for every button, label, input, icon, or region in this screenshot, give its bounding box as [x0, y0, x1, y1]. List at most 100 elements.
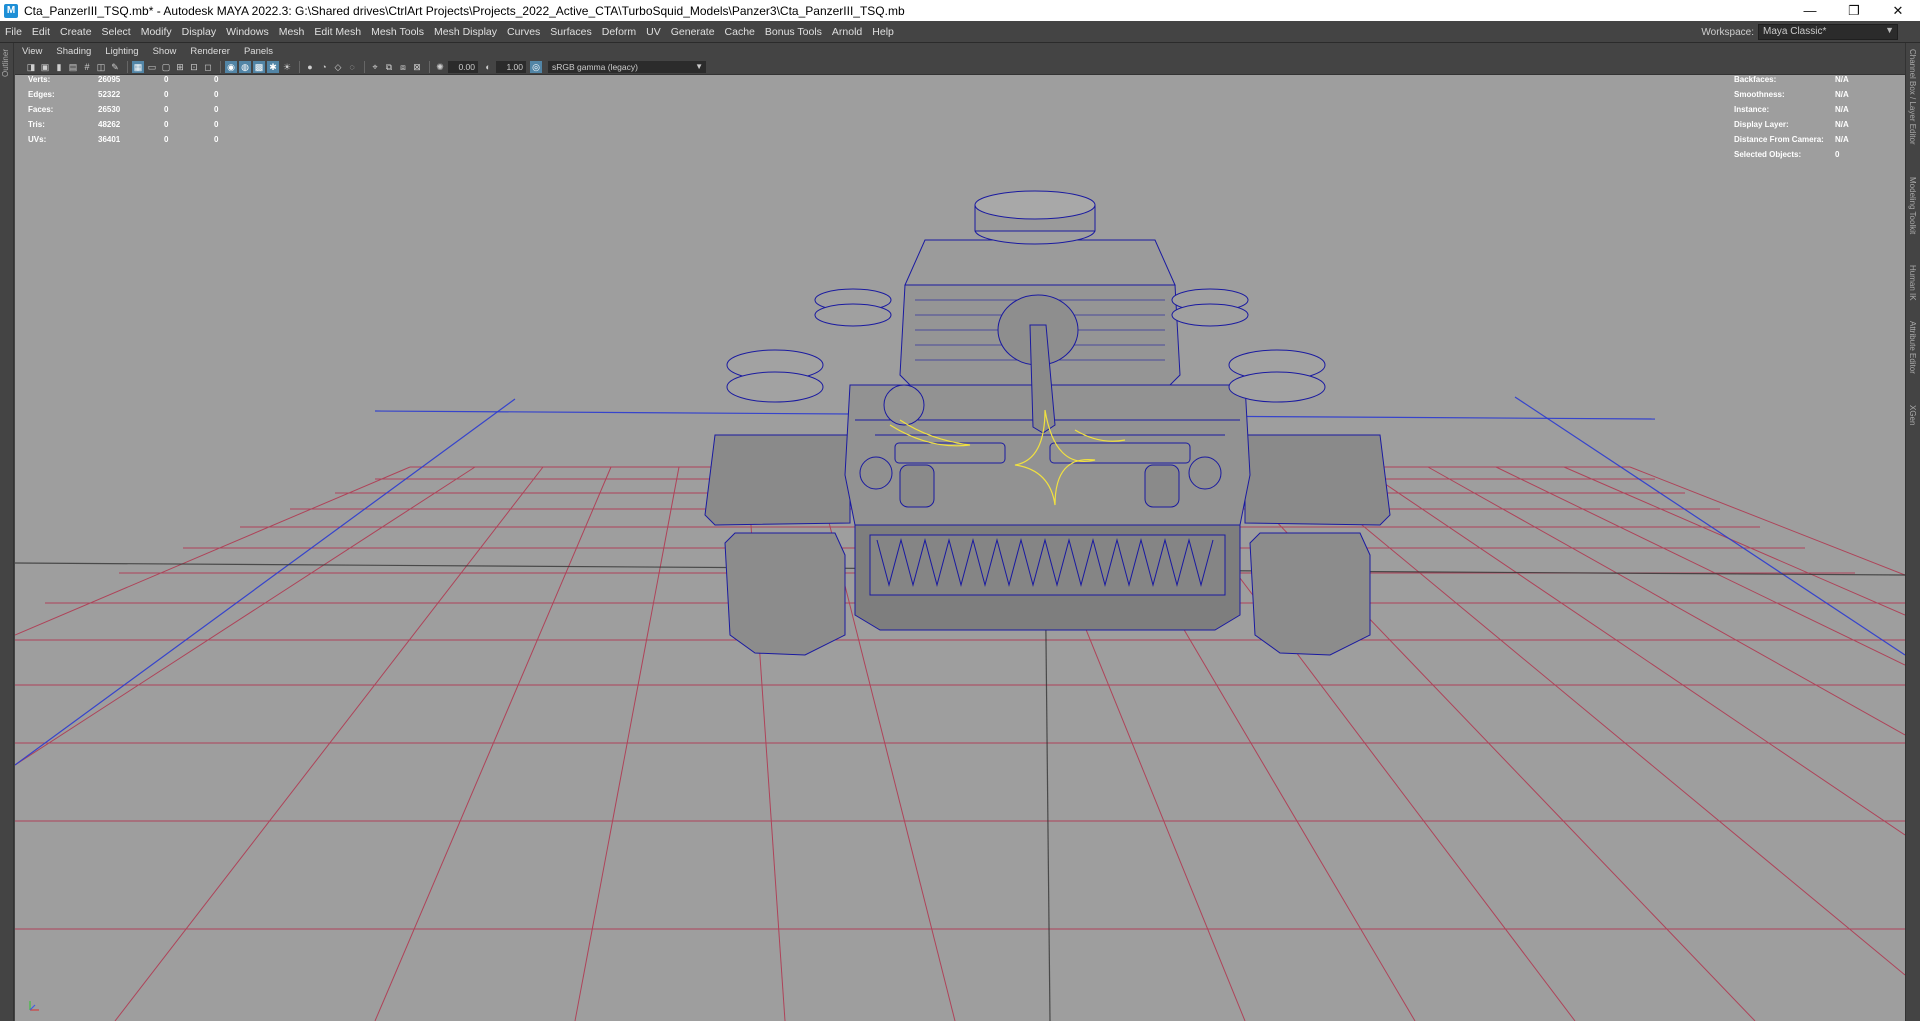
- hud-label: Backfaces:: [1734, 75, 1777, 84]
- hud-row-selected-objects: Selected Objects: 0: [1734, 150, 1849, 165]
- menu-arnold[interactable]: Arnold: [827, 26, 867, 38]
- view-axis-icon: [29, 1001, 39, 1011]
- workspace-selector: Workspace: Maya Classic* ▼: [1701, 24, 1898, 40]
- right-dock-strip: Channel Box / Layer Editor Modeling Tool…: [1905, 43, 1920, 1021]
- exposure-field[interactable]: 0.00: [448, 60, 478, 73]
- menu-mesh-display[interactable]: Mesh Display: [429, 26, 502, 38]
- poly-count-hud: Verts: 26095 0 0 Edges: 52322 0 0 Faces:…: [28, 75, 218, 150]
- hud-value: 0: [164, 75, 169, 84]
- menu-windows[interactable]: Windows: [221, 26, 274, 38]
- hud-row-verts: Verts: 26095 0 0: [28, 75, 218, 90]
- panel-menu-panels[interactable]: Panels: [237, 46, 280, 57]
- tab-attribute-editor[interactable]: Attribute Editor: [1908, 321, 1917, 374]
- smooth-shade-icon[interactable]: ◉: [225, 60, 237, 73]
- menu-deform[interactable]: Deform: [597, 26, 641, 38]
- film-gate-icon[interactable]: ◫: [95, 61, 107, 73]
- menu-mesh[interactable]: Mesh: [274, 26, 310, 38]
- safe-action-icon[interactable]: ⊡: [188, 61, 200, 73]
- hud-label: Edges:: [28, 90, 55, 99]
- main-menu-bar: File Edit Create Select Modify Display W…: [0, 21, 1920, 43]
- hud-value: N/A: [1835, 105, 1849, 114]
- menu-create[interactable]: Create: [55, 26, 97, 38]
- isolate-select-icon[interactable]: ⌖: [369, 61, 381, 73]
- hud-label: UVs:: [28, 135, 47, 144]
- menu-surfaces[interactable]: Surfaces: [545, 26, 596, 38]
- xray-active-icon[interactable]: ⧈: [397, 61, 409, 73]
- field-chart-icon[interactable]: ⊞: [174, 61, 186, 73]
- workspace-value: Maya Classic*: [1763, 26, 1827, 37]
- hud-row-distance: Distance From Camera: N/A: [1734, 135, 1849, 150]
- motion-blur-icon[interactable]: ◔: [318, 61, 330, 73]
- xray-icon[interactable]: ⧉: [383, 61, 395, 73]
- shadows-icon[interactable]: ☀: [281, 61, 293, 73]
- panel-menu-renderer[interactable]: Renderer: [183, 46, 237, 57]
- hud-value: 26530: [98, 105, 121, 114]
- depth-of-field-icon[interactable]: ◌: [346, 61, 358, 73]
- tab-human-ik[interactable]: Human IK: [1908, 265, 1917, 301]
- view-transform-dropdown[interactable]: sRGB gamma (legacy) ▼: [548, 60, 706, 73]
- camera-attributes-icon[interactable]: ▣: [39, 61, 51, 73]
- screen-space-ao-icon[interactable]: ●: [304, 61, 316, 73]
- menu-generate[interactable]: Generate: [666, 26, 720, 38]
- close-button[interactable]: ✕: [1876, 0, 1920, 21]
- anti-aliasing-icon[interactable]: ◇: [332, 61, 344, 73]
- hud-value: N/A: [1835, 90, 1849, 99]
- hud-value: 52322: [98, 90, 121, 99]
- menu-mesh-tools[interactable]: Mesh Tools: [366, 26, 429, 38]
- outliner-strip[interactable]: Outliner: [0, 43, 14, 1021]
- restore-button[interactable]: ❐: [1832, 0, 1876, 21]
- textured-icon[interactable]: ▩: [253, 60, 265, 73]
- image-plane-icon[interactable]: ▤: [67, 61, 79, 73]
- tab-modeling-toolkit[interactable]: Modeling Toolkit: [1908, 177, 1917, 234]
- hud-label: Distance From Camera:: [1734, 135, 1824, 144]
- hud-label: Display Layer:: [1734, 120, 1789, 129]
- menu-uv[interactable]: UV: [641, 26, 666, 38]
- menu-display[interactable]: Display: [177, 26, 221, 38]
- exposure-icon[interactable]: ✺: [434, 61, 446, 73]
- menu-file[interactable]: File: [0, 26, 27, 38]
- bookmark-icon[interactable]: ▮: [53, 61, 65, 73]
- panel-menu-lighting[interactable]: Lighting: [98, 46, 145, 57]
- xray-joints-icon[interactable]: ⊠: [411, 61, 423, 73]
- toolbar-divider: [364, 60, 365, 73]
- gamma-field[interactable]: 1.00: [496, 60, 526, 73]
- hud-value: 0: [164, 135, 169, 144]
- toolbar-divider: [220, 60, 221, 73]
- safe-title-icon[interactable]: ◻: [202, 61, 214, 73]
- outliner-tab[interactable]: Outliner: [1, 49, 10, 77]
- hud-value: 0: [1835, 150, 1840, 159]
- use-all-lights-icon[interactable]: ✱: [267, 60, 279, 73]
- gate-mask-icon[interactable]: ▢: [160, 61, 172, 73]
- color-management-icon[interactable]: ◎: [530, 60, 542, 73]
- workspace-dropdown[interactable]: Maya Classic* ▼: [1758, 24, 1898, 40]
- gamma-icon[interactable]: ◐: [482, 61, 494, 73]
- perspective-viewport[interactable]: Verts: 26095 0 0 Edges: 52322 0 0 Faces:…: [15, 75, 1905, 1021]
- wireframe-on-shaded-icon[interactable]: ◍: [239, 60, 251, 73]
- camera-select-icon[interactable]: ◨: [25, 61, 37, 73]
- panel-menu-shading[interactable]: Shading: [49, 46, 98, 57]
- tab-xgen[interactable]: XGen: [1908, 405, 1917, 425]
- menu-help[interactable]: Help: [867, 26, 899, 38]
- hud-row-tris: Tris: 48262 0 0: [28, 120, 218, 135]
- resolution-gate-icon[interactable]: ▭: [146, 61, 158, 73]
- panel-menu-show[interactable]: Show: [146, 46, 184, 57]
- toolbar-divider: [429, 60, 430, 73]
- menu-modify[interactable]: Modify: [136, 26, 177, 38]
- menu-edit-mesh[interactable]: Edit Mesh: [309, 26, 366, 38]
- tab-channel-box[interactable]: Channel Box / Layer Editor: [1908, 49, 1917, 145]
- wireframe-icon[interactable]: ▦: [132, 60, 144, 73]
- panel-menu-view[interactable]: View: [15, 46, 49, 57]
- hud-value: 0: [214, 120, 219, 129]
- menu-bonus-tools[interactable]: Bonus Tools: [760, 26, 827, 38]
- minimize-button[interactable]: —: [1788, 0, 1832, 21]
- menu-select[interactable]: Select: [97, 26, 136, 38]
- viewport-scene: [15, 190, 1905, 1021]
- grid-toggle-icon[interactable]: #: [81, 61, 93, 73]
- hud-label: Instance:: [1734, 105, 1770, 114]
- menu-cache[interactable]: Cache: [720, 26, 760, 38]
- menu-curves[interactable]: Curves: [502, 26, 545, 38]
- 2d-pan-icon[interactable]: ✎: [109, 61, 121, 73]
- hud-value: 48262: [98, 120, 121, 129]
- chevron-down-icon: ▼: [1885, 25, 1894, 35]
- menu-edit[interactable]: Edit: [27, 26, 55, 38]
